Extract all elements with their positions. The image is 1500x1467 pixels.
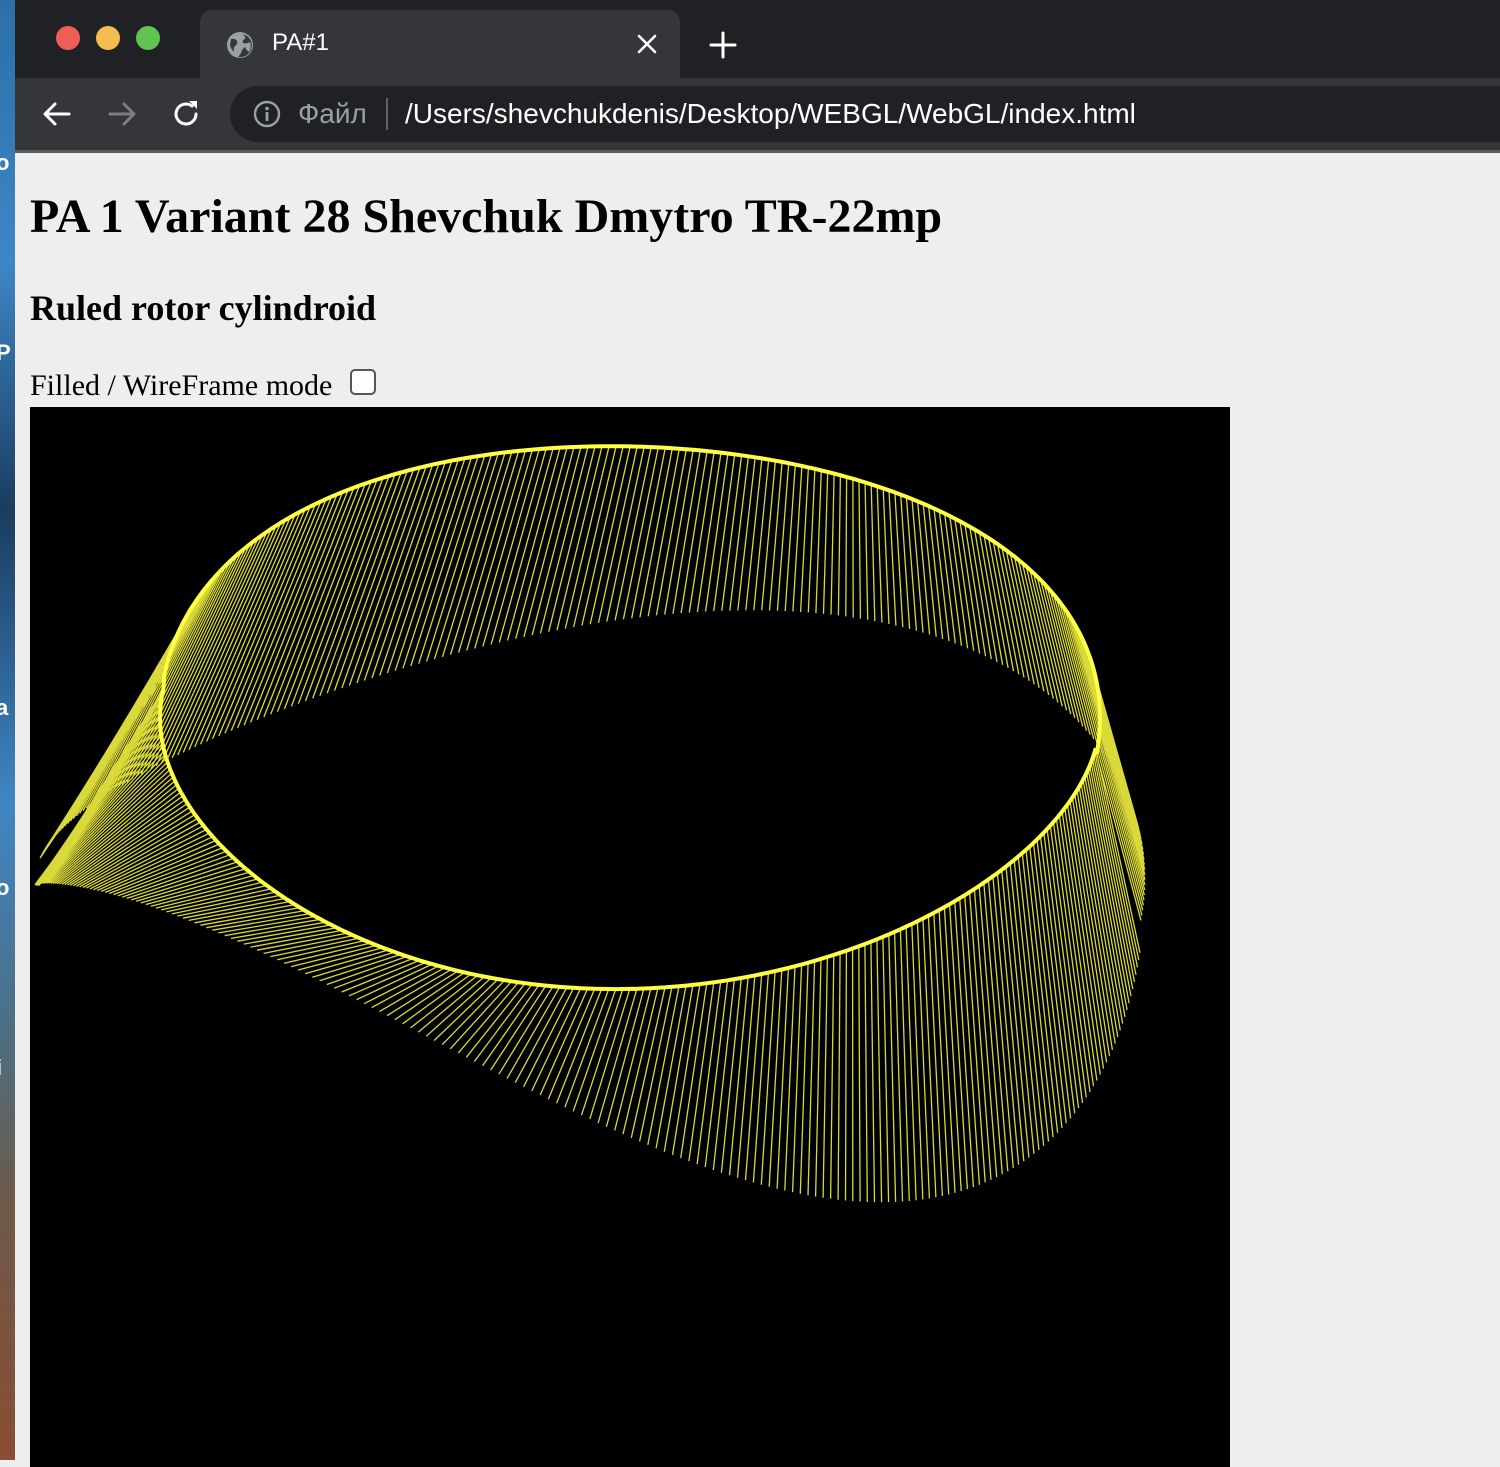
tab-title: PA#1 bbox=[272, 29, 329, 56]
plus-icon[interactable] bbox=[708, 30, 738, 60]
desktop-fragment: o bbox=[0, 875, 10, 900]
back-arrow-icon[interactable] bbox=[39, 96, 75, 132]
address-separator bbox=[386, 98, 388, 130]
browser-toolbar: Файл /Users/shevchukdenis/Desktop/WEBGL/… bbox=[15, 78, 1500, 153]
desktop-fragment: a bbox=[0, 695, 9, 720]
minimize-window-button[interactable] bbox=[96, 26, 120, 50]
desktop-fragment: i bbox=[0, 1055, 2, 1081]
close-window-button[interactable] bbox=[56, 26, 80, 50]
page-subtitle: Ruled rotor cylindroid bbox=[30, 288, 377, 328]
mode-label[interactable]: Filled / WireFrame mode bbox=[30, 369, 332, 403]
browser-window: PA#1 Файл /Users/shevchukdenis/Desktop/W… bbox=[15, 0, 1500, 1467]
globe-icon bbox=[227, 32, 253, 58]
page-content: PA 1 Variant 28 Shevchuk Dmytro TR-22mp … bbox=[15, 153, 1500, 1467]
zoom-window-button[interactable] bbox=[136, 26, 160, 50]
scheme-label: Файл bbox=[298, 98, 367, 129]
title-bar: PA#1 bbox=[15, 0, 1500, 78]
page-title: PA 1 Variant 28 Shevchuk Dmytro TR-22mp bbox=[30, 190, 943, 243]
info-icon[interactable] bbox=[252, 99, 282, 129]
desktop-fragment: o bbox=[0, 150, 10, 175]
address-bar[interactable]: Файл /Users/shevchukdenis/Desktop/WEBGL/… bbox=[230, 86, 1500, 142]
url-text[interactable]: /Users/shevchukdenis/Desktop/WEBGL/WebGL… bbox=[405, 98, 1136, 130]
wireframe-mode-checkbox[interactable] bbox=[350, 369, 377, 395]
reload-icon[interactable] bbox=[168, 96, 204, 132]
forward-arrow-icon[interactable] bbox=[104, 96, 140, 132]
browser-tab[interactable]: PA#1 bbox=[200, 10, 680, 78]
cylindroid-surface bbox=[34, 444, 1146, 1203]
desktop-fragment: P bbox=[0, 340, 11, 365]
mode-row: Filled / WireFrame mode bbox=[30, 369, 377, 403]
webgl-canvas[interactable] bbox=[30, 407, 1230, 1467]
desktop-background: o P a o i bbox=[0, 0, 15, 1460]
close-icon[interactable] bbox=[636, 33, 658, 55]
